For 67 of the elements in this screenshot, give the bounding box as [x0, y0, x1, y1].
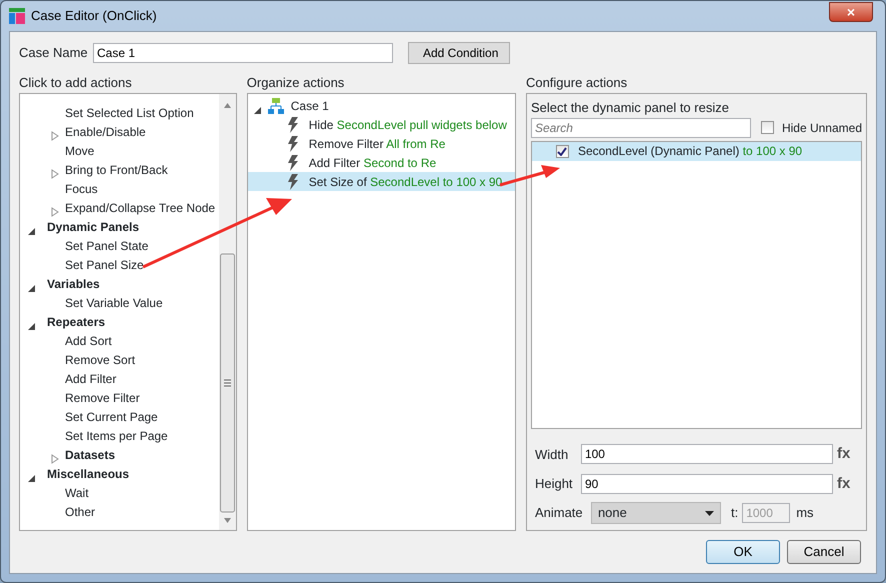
action-item[interactable]: Add Filter — [65, 370, 116, 388]
action-item[interactable]: Set Selected List Option — [65, 104, 194, 122]
fx-button[interactable]: fx — [836, 472, 850, 495]
expanded-triangle-icon[interactable] — [28, 283, 36, 294]
panel-heading: Configure actions — [526, 74, 628, 92]
expanded-triangle-icon[interactable] — [28, 321, 36, 332]
add-condition-button[interactable]: Add Condition — [408, 42, 510, 64]
expanded-triangle-icon[interactable] — [254, 105, 262, 116]
field-label: Height — [534, 475, 574, 493]
action-row[interactable]: Remove Filter All from Re — [248, 134, 515, 153]
lightning-icon — [288, 174, 299, 190]
dialog-button[interactable]: Cancel — [787, 540, 861, 564]
action-item[interactable]: Add Sort — [65, 332, 112, 350]
field-label: Width — [534, 446, 570, 464]
action-item[interactable]: Datasets — [65, 446, 116, 464]
expanded-triangle-icon[interactable] — [28, 226, 36, 236]
collapsed-triangle-icon[interactable] — [51, 207, 59, 218]
hierarchy-icon — [268, 98, 284, 114]
panel-heading: Organize actions — [246, 74, 346, 92]
lightning-icon — [288, 116, 299, 132]
action-item[interactable]: Enable/Disable — [65, 122, 146, 140]
action-item[interactable]: Focus — [65, 180, 98, 198]
collapsed-triangle-icon[interactable] — [51, 169, 59, 180]
action-item[interactable]: Set Variable Value — [65, 294, 163, 312]
action-item[interactable]: Set Panel State — [65, 236, 148, 254]
action-item[interactable]: Other — [65, 502, 96, 520]
lightning-icon — [288, 154, 299, 170]
lightning-icon — [288, 136, 299, 152]
window-title: Case Editor (OnClick) — [31, 7, 157, 26]
unit-label: ms — [796, 504, 814, 522]
checkbox[interactable] — [760, 121, 774, 134]
expanded-triangle-icon[interactable] — [28, 473, 36, 484]
action-item[interactable]: Bring to Front/Back — [65, 160, 168, 178]
case-item[interactable]: Case 1 — [290, 96, 329, 114]
panel-row[interactable]: SecondLevel (Dynamic Panel) to 100 x 90 — [532, 142, 861, 161]
action-row[interactable]: Add Filter Second to Re — [248, 153, 515, 172]
category-item[interactable]: Variables — [47, 274, 100, 292]
action-item[interactable]: Wait — [65, 484, 89, 502]
prompt-text: Select the dynamic panel to resize — [530, 99, 730, 117]
action-item[interactable]: Set Current Page — [65, 408, 158, 426]
case-name-field[interactable]: Case 1 — [93, 43, 393, 63]
collapsed-triangle-icon[interactable] — [51, 454, 59, 464]
height-field[interactable]: 90 — [580, 474, 833, 494]
field-label: Animate — [534, 504, 584, 522]
action-row[interactable]: Hide SecondLevel pull widgets below — [248, 115, 515, 134]
action-row[interactable]: Set Size of SecondLevel to 100 x 90 — [248, 172, 515, 191]
dropdown-arrow-icon — [704, 510, 714, 516]
action-item[interactable]: Remove Sort — [65, 350, 136, 368]
action-item[interactable]: Remove Filter — [65, 388, 140, 406]
checkbox[interactable] — [556, 144, 569, 158]
field-label: t: — [730, 504, 738, 522]
panel-heading: Click to add actions — [19, 74, 133, 92]
action-item[interactable]: Expand/Collapse Tree Node — [65, 198, 216, 216]
collapsed-triangle-icon[interactable] — [51, 131, 59, 142]
fx-button[interactable]: fx — [836, 443, 850, 466]
category-item[interactable]: Repeaters — [47, 312, 106, 330]
action-item[interactable]: Set Panel Size — [65, 256, 144, 274]
category-item[interactable]: Miscellaneous — [47, 464, 130, 482]
search-field[interactable]: Search — [530, 118, 751, 138]
dialog-button[interactable]: OK — [706, 540, 780, 564]
width-field[interactable]: 100 — [580, 444, 833, 464]
checkbox-label: Hide Unnamed — [782, 120, 862, 137]
case-name-label: Case Name — [19, 44, 89, 62]
category-item[interactable]: Dynamic Panels — [47, 218, 140, 236]
action-item[interactable]: Set Items per Page — [65, 426, 168, 444]
app-icon — [9, 8, 25, 24]
action-item[interactable]: Move — [65, 142, 94, 160]
